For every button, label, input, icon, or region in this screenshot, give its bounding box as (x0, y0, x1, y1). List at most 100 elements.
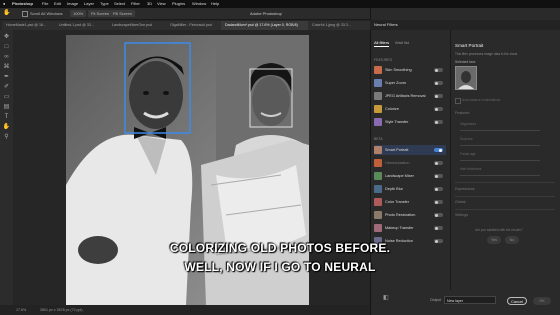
panel-header: Neural Filters (370, 20, 560, 30)
tab-document-4[interactable]: OlgaMiller - Firecrackl.psd (166, 21, 227, 30)
filter-toggle[interactable] (434, 94, 443, 98)
hand-icon[interactable]: ✋ (2, 123, 11, 131)
expressions-group-label[interactable]: Expressions (455, 187, 475, 191)
tab-document-active[interactable]: DadandMom*.psd @ 17.6% (Layer 0, RGB/8) (221, 21, 314, 30)
zoom-100-button[interactable]: 100% (70, 10, 87, 17)
type-icon[interactable]: T (2, 113, 11, 121)
tab-document-2[interactable]: Untitled-1.psd @ 33... (55, 21, 114, 30)
tab-wait-list[interactable]: Wait list (395, 40, 409, 45)
fit-screen-button[interactable]: Fit Screen (88, 10, 113, 17)
filter-toggle[interactable] (434, 226, 443, 230)
smart-portrait-icon (374, 146, 382, 154)
landscape-mixer-icon (374, 172, 382, 180)
section-divider (455, 196, 555, 197)
apple-icon[interactable]: ● (3, 0, 5, 8)
filter-toggle[interactable] (434, 120, 443, 124)
settings-group-label[interactable]: Settings (455, 213, 468, 217)
menu-type[interactable]: Type (100, 0, 109, 8)
tab-document-6[interactable]: Colorful 1.jpeg @ 33.3... (308, 21, 377, 30)
menu-file[interactable]: File (42, 0, 48, 8)
filter-makeup-transfer[interactable]: Makeup Transfer (374, 223, 446, 233)
filter-harmonization[interactable]: Harmonization (374, 158, 446, 168)
menu-window[interactable]: Window (192, 0, 206, 8)
menu-3d[interactable]: 3D (147, 0, 152, 8)
filter-super-zoom[interactable]: Super Zoom (374, 78, 446, 88)
detail-subtitle: This filter processes image data in the … (455, 52, 518, 56)
menu-edit[interactable]: Edit (54, 0, 61, 8)
filter-label: Harmonization (385, 161, 410, 165)
tab-document-1[interactable]: HomeMade1.psd @ 16... (2, 21, 61, 30)
zoom-icon[interactable]: ⚲ (2, 133, 11, 141)
filter-toggle[interactable] (434, 187, 443, 191)
filter-toggle[interactable] (434, 200, 443, 204)
filter-label: Skin Smoothing (385, 68, 412, 72)
gradient-icon[interactable]: ▤ (2, 103, 11, 111)
filter-toggle[interactable] (434, 107, 443, 111)
filter-jpeg-artifacts[interactable]: JPEG Artifacts Removal (374, 91, 446, 101)
selected-face-thumbnail[interactable] (455, 66, 477, 90)
featured-group-label[interactable]: Featured (455, 111, 469, 115)
fill-screen-button[interactable]: Fill Screen (110, 10, 135, 17)
eyedropper-icon[interactable]: ✒ (2, 73, 11, 81)
filter-depth-blur[interactable]: Depth Blur (374, 184, 446, 194)
filter-toggle[interactable] (434, 174, 443, 178)
window-title: Adobe Photoshop (250, 11, 282, 16)
slider-facial-age[interactable] (460, 160, 540, 161)
menu-select[interactable]: Select (114, 0, 125, 8)
depth-blur-icon (374, 185, 382, 193)
hand-tool-icon[interactable]: ✋ (3, 10, 10, 17)
eraser-icon[interactable]: ▭ (2, 93, 11, 101)
filter-style-transfer[interactable]: Style Transfer (374, 117, 446, 127)
menu-filter[interactable]: Filter (131, 0, 140, 8)
selected-face-label: Selected face (455, 60, 476, 64)
caption-line-2: WELL, NOW IF I GO TO NEURAL (184, 260, 376, 274)
zoom-readout[interactable]: 17.6% (16, 305, 26, 315)
colorize-icon (374, 105, 382, 113)
tab-all-filters[interactable]: All filters (374, 40, 389, 45)
menu-image[interactable]: Image (67, 0, 78, 8)
featured-section-label: FEATURED (374, 58, 393, 62)
menu-photoshop[interactable]: Photoshop (12, 0, 33, 8)
filter-toggle[interactable] (434, 213, 443, 217)
filter-toggle[interactable] (434, 161, 443, 165)
filter-toggle[interactable] (434, 68, 443, 72)
move-icon[interactable]: ✥ (2, 33, 11, 41)
scroll-all-checkbox[interactable] (22, 11, 28, 17)
crop-icon[interactable]: ⌘ (2, 63, 11, 71)
filter-label: Color Transfer (385, 200, 410, 204)
lasso-icon[interactable]: ∞ (2, 53, 11, 61)
cancel-button[interactable]: Cancel (507, 297, 527, 305)
tab-underline (374, 46, 389, 47)
marquee-icon[interactable]: □ (2, 43, 11, 51)
global-group-label[interactable]: Global (455, 200, 465, 204)
slider-hair-thickness[interactable] (460, 175, 540, 176)
section-divider (455, 182, 555, 183)
ok-button[interactable]: OK (533, 297, 551, 305)
filter-color-transfer[interactable]: Color Transfer (374, 197, 446, 207)
menu-help[interactable]: Help (211, 0, 219, 8)
harmonization-icon (374, 159, 382, 167)
filter-toggle[interactable] (434, 81, 443, 85)
menu-view[interactable]: View (157, 0, 166, 8)
tab-document-3[interactable]: LandscapeMixerOne.psd (108, 21, 172, 30)
auto-balance-checkbox[interactable] (455, 98, 461, 104)
filter-skin-smoothing[interactable]: Skin Smoothing (374, 65, 446, 75)
document-info: 2801 px x 3578 px (72 ppi) (40, 308, 83, 312)
color-transfer-icon (374, 198, 382, 206)
filter-colorize[interactable]: Colorize (374, 104, 446, 114)
filter-photo-restoration[interactable]: Photo Restoration (374, 210, 446, 220)
filter-landscape-mixer[interactable]: Landscape Mixer (374, 171, 446, 181)
filter-smart-portrait[interactable]: Smart Portrait (374, 145, 446, 155)
slider-surprise[interactable] (460, 145, 540, 146)
menu-plugins[interactable]: Plugins (172, 0, 185, 8)
brush-icon[interactable]: ✐ (2, 83, 11, 91)
compare-view-icon[interactable]: ◧ (383, 295, 390, 302)
slider-happiness[interactable] (460, 130, 540, 131)
filter-toggle[interactable] (434, 148, 443, 152)
output-select[interactable]: New layer (444, 296, 496, 304)
menu-layer[interactable]: Layer (84, 0, 94, 8)
feedback-question: Are you satisfied with the results? (475, 228, 523, 232)
filter-label: Colorize (385, 107, 399, 111)
output-label: Output (430, 298, 441, 302)
filter-label: Makeup Transfer (385, 226, 414, 230)
